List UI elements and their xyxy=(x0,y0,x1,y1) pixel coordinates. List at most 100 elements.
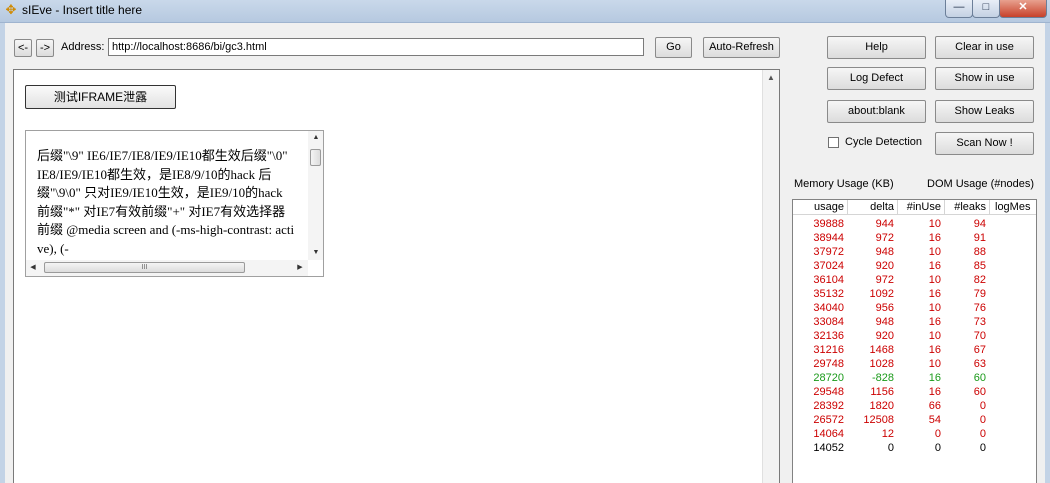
cell-usage: 28392 xyxy=(813,400,844,412)
table-row[interactable]: 33084 948 16 73 xyxy=(793,315,1036,329)
column-header-inuse[interactable]: #inUse xyxy=(898,200,945,215)
cell-delta: 1156 xyxy=(870,386,894,398)
address-input[interactable]: http://localhost:8686/bi/gc3.html xyxy=(108,38,644,56)
cell-leaks: 67 xyxy=(973,344,986,356)
cell-leaks: 82 xyxy=(973,274,986,286)
title-bar: ✥ sIEve - Insert title here — □ ✕ xyxy=(0,0,1050,23)
auto-refresh-button[interactable]: Auto-Refresh xyxy=(703,37,780,58)
cell-inuse: 16 xyxy=(928,260,941,272)
forward-button[interactable]: -> xyxy=(36,39,54,57)
show-in-use-button[interactable]: Show in use xyxy=(935,67,1034,90)
cell-delta: 1028 xyxy=(869,358,894,370)
cell-inuse: 16 xyxy=(928,386,941,398)
table-row[interactable]: 14052 0 0 0 xyxy=(793,441,1036,455)
cell-usage: 29548 xyxy=(813,386,844,398)
table-row[interactable]: 38944 972 16 91 xyxy=(793,231,1036,245)
go-button[interactable]: Go xyxy=(655,37,692,58)
cell-inuse: 10 xyxy=(928,330,941,342)
cell-inuse: 16 xyxy=(928,372,941,384)
table-row[interactable]: 29548 1156 16 60 xyxy=(793,385,1036,399)
log-defect-button[interactable]: Log Defect xyxy=(827,67,926,90)
table-body: 39888 944 10 94 38944 972 16 91 37972 948 10 88 3702… xyxy=(793,217,1036,455)
cell-leaks: 76 xyxy=(973,302,986,314)
cycle-detection-checkbox[interactable] xyxy=(828,137,839,148)
app-icon: ✥ xyxy=(5,2,17,17)
cell-leaks: 0 xyxy=(979,428,986,440)
cell-inuse: 16 xyxy=(928,344,941,356)
cell-leaks: 63 xyxy=(973,358,986,370)
memory-usage-label: Memory Usage (KB) xyxy=(794,178,894,190)
iframe-content-text: 后缀"\9" IE6/IE7/IE8/IE9/IE10都生效后缀"\0" IE8… xyxy=(37,148,295,256)
scroll-up-arrow-icon[interactable]: ▲ xyxy=(763,70,779,86)
scroll-down-arrow-icon[interactable]: ▼ xyxy=(308,246,323,260)
cell-inuse: 10 xyxy=(928,302,941,314)
scroll-thumb[interactable]: III xyxy=(44,262,245,273)
clear-in-use-button[interactable]: Clear in use xyxy=(935,36,1034,59)
window-title: sIEve - Insert title here xyxy=(22,3,143,17)
cell-delta: 1092 xyxy=(869,288,894,300)
column-header-usage[interactable]: usage xyxy=(793,200,848,215)
table-row[interactable]: 14064 12 0 0 xyxy=(793,427,1036,441)
help-button[interactable]: Help xyxy=(827,36,926,59)
minimize-button[interactable]: — xyxy=(945,0,973,18)
cell-delta: 12508 xyxy=(863,414,894,426)
column-header-logmes[interactable]: logMes xyxy=(990,200,1036,215)
table-row[interactable]: 28720 -828 16 60 xyxy=(793,371,1036,385)
memory-table: usage delta #inUse #leaks logMes 39888 94… xyxy=(792,199,1037,483)
cell-inuse: 0 xyxy=(934,428,941,440)
table-row[interactable]: 29748 1028 10 63 xyxy=(793,357,1036,371)
table-row[interactable]: 31216 1468 16 67 xyxy=(793,343,1036,357)
table-row[interactable]: 34040 956 10 76 xyxy=(793,301,1036,315)
back-button[interactable]: <- xyxy=(14,39,32,57)
cell-inuse: 66 xyxy=(928,400,941,412)
close-button[interactable]: ✕ xyxy=(999,0,1047,18)
dom-usage-label: DOM Usage (#nodes) xyxy=(927,178,1034,190)
table-row[interactable]: 26572 12508 54 0 xyxy=(793,413,1036,427)
scan-now-button[interactable]: Scan Now ! xyxy=(935,132,1034,155)
scroll-right-arrow-icon[interactable]: ▶ xyxy=(292,260,308,276)
cell-usage: 32136 xyxy=(813,330,844,342)
cell-delta: 948 xyxy=(875,316,894,328)
cell-usage: 37972 xyxy=(813,246,844,258)
cell-delta: 0 xyxy=(887,442,894,454)
cell-leaks: 0 xyxy=(979,414,986,426)
table-row[interactable]: 39888 944 10 94 xyxy=(793,217,1036,231)
show-leaks-button[interactable]: Show Leaks xyxy=(935,100,1034,123)
table-row[interactable]: 32136 920 10 70 xyxy=(793,329,1036,343)
cell-usage: 14064 xyxy=(813,428,844,440)
cell-delta: 972 xyxy=(875,232,894,244)
table-row[interactable]: 36104 972 10 82 xyxy=(793,273,1036,287)
scroll-up-arrow-icon[interactable]: ▲ xyxy=(308,131,323,145)
table-row[interactable]: 35132 1092 16 79 xyxy=(793,287,1036,301)
test-iframe-leak-button[interactable]: 测试IFRAME泄露 xyxy=(25,85,176,109)
cell-leaks: 73 xyxy=(973,316,986,328)
cell-leaks: 79 xyxy=(973,288,986,300)
scroll-left-arrow-icon[interactable]: ◀ xyxy=(26,260,40,276)
cell-inuse: 10 xyxy=(928,218,941,230)
cell-usage: 34040 xyxy=(813,302,844,314)
cell-leaks: 85 xyxy=(973,260,986,272)
browser-vertical-scrollbar[interactable]: ▲ xyxy=(762,70,779,483)
cell-leaks: 88 xyxy=(973,246,986,258)
iframe-horizontal-scrollbar[interactable]: ◀ III ▶ xyxy=(26,260,308,276)
maximize-button[interactable]: □ xyxy=(972,0,1000,18)
address-label: Address: xyxy=(61,41,105,53)
cell-inuse: 16 xyxy=(928,232,941,244)
cell-delta: 12 xyxy=(881,428,894,440)
cell-inuse: 10 xyxy=(928,358,941,370)
cell-delta: 948 xyxy=(875,246,894,258)
table-row[interactable]: 37972 948 10 88 xyxy=(793,245,1036,259)
column-header-leaks[interactable]: #leaks xyxy=(945,200,990,215)
table-row[interactable]: 28392 1820 66 0 xyxy=(793,399,1036,413)
column-header-delta[interactable]: delta xyxy=(848,200,898,215)
table-row[interactable]: 37024 920 16 85 xyxy=(793,259,1036,273)
cell-delta: 972 xyxy=(875,274,894,286)
cell-inuse: 0 xyxy=(934,442,941,454)
cell-leaks: 0 xyxy=(979,442,986,454)
cell-leaks: 91 xyxy=(973,232,986,244)
scroll-thumb[interactable] xyxy=(310,149,321,166)
iframe-vertical-scrollbar[interactable]: ▲ ▼ xyxy=(308,131,323,260)
cell-delta: 1468 xyxy=(869,344,894,356)
cell-delta: 944 xyxy=(875,218,894,230)
about-blank-button[interactable]: about:blank xyxy=(827,100,926,123)
